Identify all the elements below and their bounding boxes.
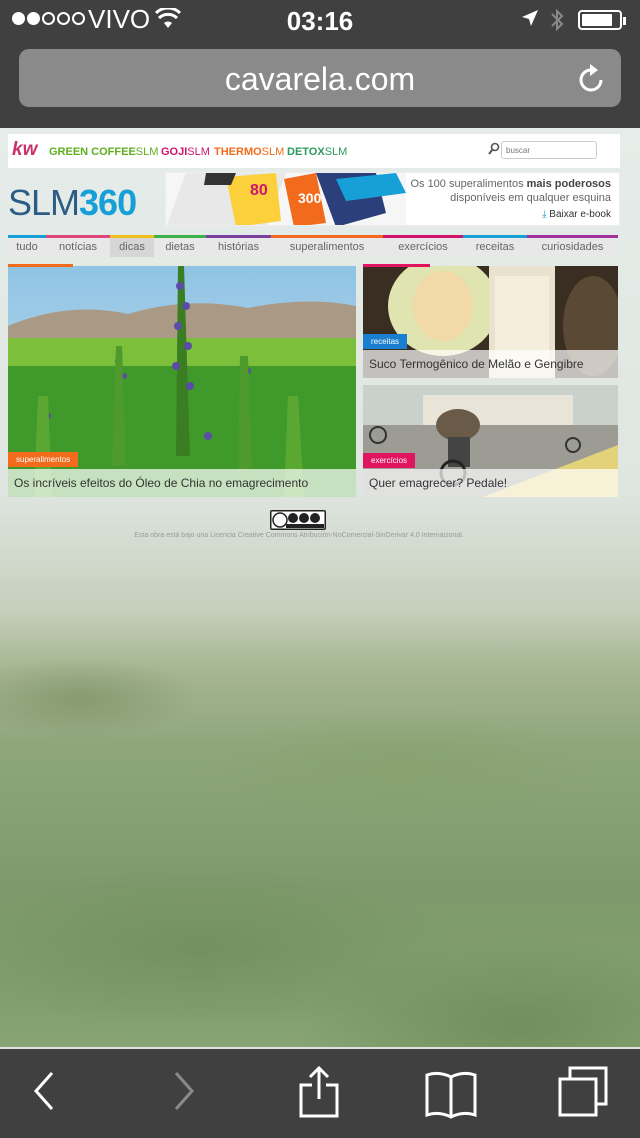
banner-text: Os 100 superalimentos mais poderosos dis… — [410, 178, 611, 204]
nav-receitas[interactable]: receitas — [463, 235, 527, 257]
share-icon[interactable] — [298, 1065, 340, 1119]
clock: 03:16 — [286, 6, 354, 36]
brand-link-detox[interactable]: DETOXSLM — [287, 146, 347, 158]
category-tag[interactable]: receitas — [363, 334, 408, 349]
article-card-chia[interactable]: superalimentos Os incríveis efeitos do Ó… — [8, 266, 356, 497]
brand-link-green-coffee[interactable]: GREEN COFFEESLM — [49, 146, 158, 158]
webpage: kw GREEN COFFEESLM GOJISLM THERMOSLM DET… — [0, 128, 640, 548]
url-text[interactable]: cavarela.com — [19, 61, 621, 98]
nav-noticias[interactable]: notícias — [46, 235, 110, 257]
search-icon[interactable] — [488, 142, 500, 156]
back-icon[interactable] — [30, 1069, 58, 1113]
download-icon: ⤓ — [542, 209, 547, 220]
reload-icon[interactable] — [577, 62, 607, 94]
nav-dietas[interactable]: dietas — [154, 235, 206, 257]
article-title[interactable]: Os incríveis efeitos do Óleo de Chia no … — [8, 469, 356, 497]
creative-commons-badge[interactable] — [270, 510, 326, 530]
brand-link-thermo[interactable]: THERMOSLM — [214, 146, 284, 158]
forward-icon[interactable] — [170, 1069, 198, 1113]
brand-link-goji[interactable]: GOJISLM — [161, 146, 210, 158]
article-card-suco[interactable]: receitas Suco Termogênico de Melão e Gen… — [363, 266, 618, 378]
search-input[interactable] — [501, 141, 597, 159]
address-bar[interactable]: cavarela.com — [19, 49, 621, 107]
category-nav: tudo notícias dicas dietas histórias sup… — [8, 235, 618, 257]
browser-toolbar — [0, 1047, 640, 1138]
network-logo[interactable]: kw — [12, 139, 37, 161]
card-accent — [8, 264, 73, 267]
nav-exercicios[interactable]: exercícios — [383, 235, 463, 257]
nav-historias[interactable]: histórias — [206, 235, 271, 257]
nav-curiosidades[interactable]: curiosidades — [527, 235, 618, 257]
article-title[interactable]: Quer emagrecer? Pedale! — [363, 469, 618, 497]
article-title[interactable]: Suco Termogênico de Melão e Gengibre — [363, 350, 618, 378]
license-text: Esta obra está bajo una Licencia Creativ… — [134, 532, 464, 539]
nav-tudo[interactable]: tudo — [8, 235, 46, 257]
category-tag[interactable]: superalimentos — [8, 452, 79, 467]
banner-image: 80 300+ — [166, 173, 406, 225]
location-arrow-icon — [522, 10, 538, 26]
ebook-banner[interactable]: 80 300+ Os 100 superalimentos mais poder… — [165, 172, 620, 226]
nav-dicas[interactable]: dicas — [110, 235, 154, 257]
brand-bar: kw GREEN COFFEESLM GOJISLM THERMOSLM DET… — [8, 134, 620, 168]
site-logo[interactable]: SLM360 — [8, 182, 137, 224]
bookmarks-icon[interactable] — [424, 1069, 478, 1119]
category-tag[interactable]: exercícios — [363, 453, 416, 468]
tabs-icon[interactable] — [556, 1065, 610, 1119]
battery-icon — [578, 10, 626, 30]
nav-superalimentos[interactable]: superalimentos — [271, 235, 383, 257]
card-accent — [363, 264, 430, 267]
download-ebook-link[interactable]: ⤓ Baixar e-book — [542, 209, 611, 220]
address-bar-area: cavarela.com — [0, 40, 640, 128]
bluetooth-icon — [551, 8, 564, 32]
header-row: SLM360 80 300+ Os 100 superalimentos mai… — [8, 172, 620, 230]
article-card-pedale[interactable]: exercícios Quer emagrecer? Pedale! — [363, 385, 618, 497]
svg-text:80: 80 — [250, 182, 268, 199]
status-bar: VIVO 03:16 — [0, 0, 640, 40]
